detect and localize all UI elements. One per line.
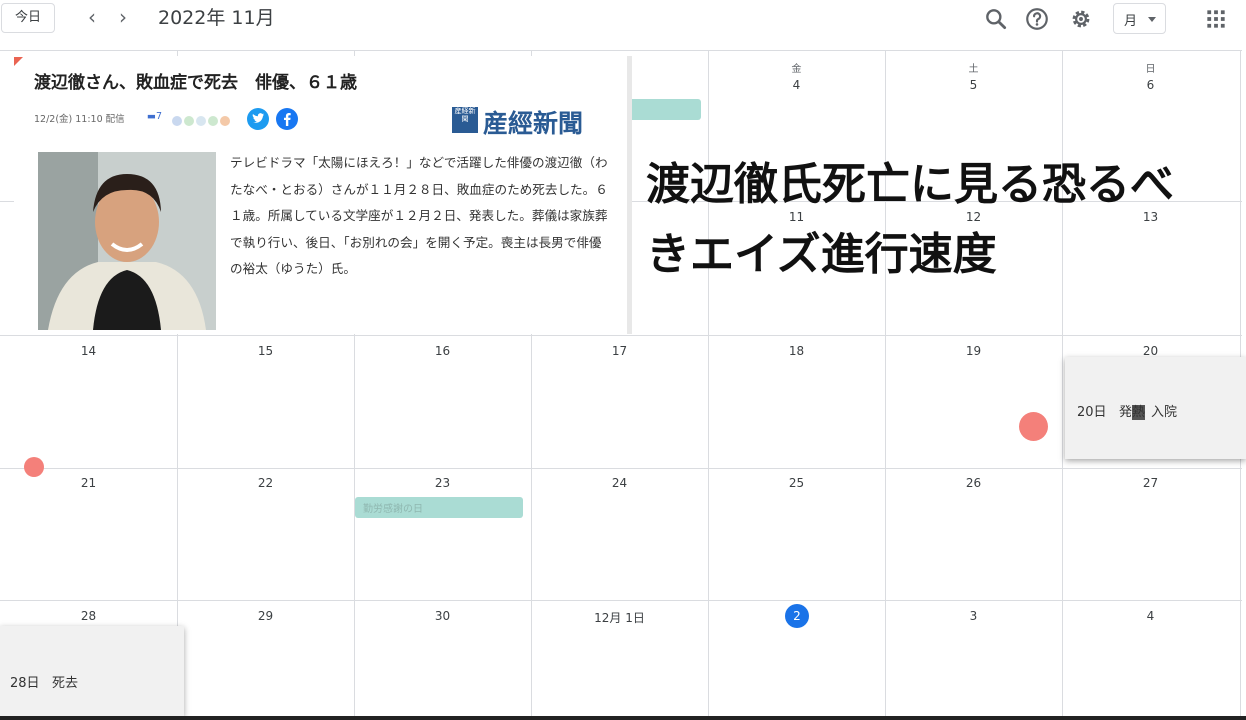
day-number[interactable]: 20 (1062, 344, 1239, 358)
facebook-share-icon[interactable] (276, 108, 298, 130)
today-indicator[interactable]: 2 (785, 604, 809, 628)
help-icon[interactable] (1024, 6, 1050, 32)
apps-grid-icon[interactable] (1203, 6, 1229, 32)
search-icon[interactable] (983, 6, 1009, 32)
note-date: 28日 (10, 676, 40, 691)
day-number[interactable]: 24 (531, 476, 708, 490)
day-number[interactable]: 28 (0, 609, 177, 623)
holiday-event-chip[interactable]: 勤労感謝の日 (355, 497, 523, 518)
day-number[interactable]: 29 (177, 609, 354, 623)
publisher-name: 産經新聞 (483, 109, 584, 138)
publisher-mark-icon: 産経新聞 (452, 107, 478, 133)
chevron-right-icon[interactable]: › (111, 5, 135, 31)
day-number[interactable]: 6 (1062, 78, 1239, 92)
note-nov20: 20日 発熱 入院 (1065, 357, 1246, 459)
day-number[interactable]: 5 (885, 78, 1062, 92)
publisher-logo: 産経新聞 産經新聞 (452, 104, 606, 138)
day-number[interactable]: 23 (354, 476, 531, 490)
day-number[interactable]: 21 (0, 476, 177, 490)
day-number[interactable]: 15 (177, 344, 354, 358)
comment-count[interactable]: ▬7 (147, 111, 162, 122)
day-number[interactable]: 4 (708, 78, 885, 92)
comment-icon: ▬ (147, 111, 156, 122)
note-text: 死去 (52, 676, 79, 691)
article-flag-icon (14, 57, 23, 66)
view-select[interactable]: 月 (1113, 3, 1166, 34)
article-meta: 12/2(金) 11:10 配信 (34, 114, 125, 125)
day-number[interactable]: 12月 1日 (531, 609, 708, 626)
video-caption: 渡辺徹氏死亡に見る恐るべきエイズ進行速度 (646, 159, 1174, 280)
marker-dot (24, 457, 44, 477)
twitter-share-icon[interactable] (247, 108, 269, 130)
note-nov28: 28日 死去 (0, 626, 184, 716)
day-number[interactable]: 17 (531, 344, 708, 358)
note-text: 発熱 入院 (1119, 405, 1178, 420)
day-number[interactable]: 26 (885, 476, 1062, 490)
weekday-header-sun: 日 (1145, 64, 1156, 75)
day-number[interactable]: 14 (0, 344, 177, 358)
bottom-edge (0, 716, 1246, 720)
chevron-left-icon[interactable]: ‹ (80, 5, 104, 31)
day-number[interactable]: 25 (708, 476, 885, 490)
marker-dot (1019, 412, 1048, 441)
article-headline: 渡辺徹さん、敗血症で死去 俳優、６１歳 (34, 73, 357, 93)
article-photo (38, 152, 216, 330)
note-date: 20日 (1077, 405, 1107, 420)
view-select-label: 月 (1124, 14, 1138, 29)
day-number[interactable]: 18 (708, 344, 885, 358)
chevron-down-icon (1148, 17, 1156, 22)
day-number[interactable]: 3 (885, 609, 1062, 623)
event-chip[interactable] (629, 99, 701, 120)
month-title: 2022年 11月 (158, 7, 275, 29)
calendar-toolbar: 今日 ‹ › 2022年 11月 月 (0, 0, 1246, 50)
day-number[interactable]: 4 (1062, 609, 1239, 623)
today-button[interactable]: 今日 (1, 3, 55, 33)
day-number[interactable]: 19 (885, 344, 1062, 358)
weekday-header-sat: 土 (968, 64, 979, 75)
day-number[interactable]: 22 (177, 476, 354, 490)
reaction-icons (172, 111, 238, 126)
day-number[interactable]: 30 (354, 609, 531, 623)
news-article-card: 渡辺徹さん、敗血症で死去 俳優、６１歳 12/2(金) 11:10 配信 ▬7 … (14, 56, 632, 334)
day-number[interactable]: 16 (354, 344, 531, 358)
article-body: テレビドラマ「太陽にほえろ！」などで活躍した俳優の渡辺徹（わたなべ・とおる）さん… (230, 155, 608, 276)
weekday-header-fri: 金 (791, 64, 802, 75)
day-number[interactable]: 27 (1062, 476, 1239, 490)
holiday-event-label: 勤労感謝の日 (363, 504, 423, 515)
gear-icon[interactable] (1068, 6, 1094, 32)
